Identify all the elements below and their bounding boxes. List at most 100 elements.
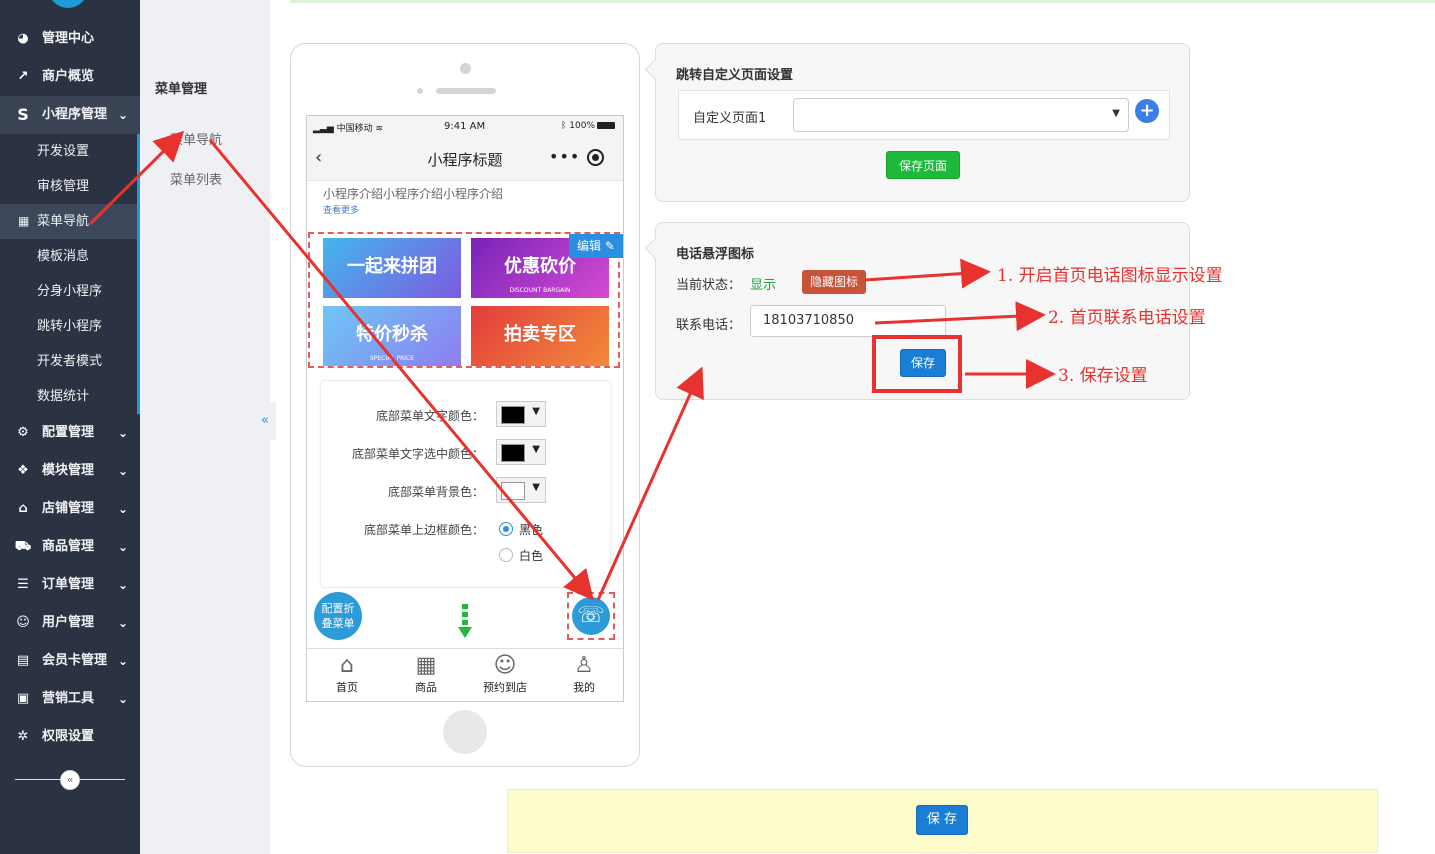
top-notice-bar — [290, 0, 1435, 3]
state-label: 当前状态： — [676, 278, 742, 293]
s-logo-icon: S — [17, 105, 29, 124]
edit-button[interactable]: 编辑 ✎ — [569, 234, 623, 258]
status-time: 9:41 AM — [444, 121, 486, 132]
promo-banners[interactable]: 一起来拼团 优惠砍价 DISCOUNT BARGAIN 特价秒杀 SPECIAL P… — [308, 232, 623, 368]
see-more-link[interactable]: 查看更多 — [307, 203, 623, 219]
sidebar-collapse-knob[interactable]: « — [60, 770, 80, 790]
banner-flash-sale[interactable]: 特价秒杀 SPECIAL PRICE — [323, 306, 461, 366]
tab-booking[interactable]: ☺ 预约到店 — [475, 653, 535, 695]
border-black-radio[interactable] — [499, 522, 513, 536]
sidebar-sub-developer[interactable]: 开发者模式 — [0, 344, 137, 379]
bank-icon: ⌂ — [18, 501, 28, 516]
sidebar-item-store[interactable]: ⌂ 店铺管理 ⌄ — [0, 490, 140, 528]
sidebar-item-label: 会员卡管理 — [42, 653, 108, 668]
save-phone-button[interactable]: 保存 — [900, 349, 946, 377]
sidebar-sub-label: 数据统计 — [37, 389, 90, 404]
sidebar-sub-stats[interactable]: 数据统计 — [0, 379, 137, 414]
tab-label: 预约到店 — [483, 681, 527, 694]
sidebar-sub-menu-nav[interactable]: ▦ 菜单导航 — [0, 204, 137, 239]
sidebar-item-goods[interactable]: ⛟ 商品管理 ⌄ — [0, 528, 140, 566]
state-value: 显示 — [750, 278, 777, 293]
telephone-icon[interactable]: ☏ — [572, 597, 610, 635]
sidebar-item-label: 模块管理 — [42, 463, 95, 478]
user-icon: ☺ — [16, 615, 30, 630]
collapse-panel-button[interactable]: « — [254, 402, 276, 440]
text-selected-color-label: 底部菜单文字选中颜色： — [351, 447, 484, 461]
caret-down-icon: ▼ — [532, 444, 540, 455]
sidebar-item-marketing[interactable]: ▣ 营销工具 ⌄ — [0, 680, 140, 718]
sidebar-item-permissions[interactable]: ✲ 权限设置 — [0, 718, 140, 756]
sidebar-item-label: 营销工具 — [42, 691, 95, 706]
sidebar-sub-dev-settings[interactable]: 开发设置 — [0, 134, 137, 169]
sidebar-item-label: 店铺管理 — [42, 501, 95, 516]
phone-tabbar: ⌂ 首页 ▦ 商品 ☺ 预约到店 ♙ 我的 — [307, 648, 623, 701]
bg-color-label: 底部菜单背景色： — [387, 485, 484, 499]
footer-save-button[interactable]: 保 存 — [916, 805, 968, 835]
caret-down-icon: ▼ — [532, 406, 540, 417]
submenu-link-menu-nav[interactable]: 菜单导航 — [170, 129, 222, 148]
sidebar-item-miniprogram[interactable]: S 小程序管理 ⌄ — [0, 96, 140, 134]
chevron-down-icon: ⌄ — [117, 108, 128, 122]
chevron-down-icon: ⌄ — [117, 692, 128, 706]
phone-screen: ▂▃▅ 中国移动 ≋ 9:41 AM ᛒ 100% ‹ 小程序标题 ••• 小程… — [306, 115, 624, 702]
annotation-2: 2. 首页联系电话设置 — [1048, 308, 1206, 328]
tab-goods[interactable]: ▦ 商品 — [396, 653, 456, 695]
status-bar: ▂▃▅ 中国移动 ≋ 9:41 AM ᛒ 100% — [307, 116, 623, 138]
smile-icon: ☺ — [493, 653, 517, 678]
green-down-arrow-icon — [458, 604, 472, 638]
text-selected-color-picker[interactable]: ▼ — [496, 439, 546, 465]
grid-icon: ▦ — [18, 214, 30, 228]
border-color-label: 底部菜单上边框颜色： — [363, 523, 484, 537]
more-dots-icon[interactable]: ••• — [549, 147, 580, 166]
tab-mine[interactable]: ♙ 我的 — [554, 653, 614, 695]
sidebar-submenu: 开发设置 审核管理 ▦ 菜单导航 模板消息 分身小程序 跳转小程序 开发者模式 数… — [0, 134, 140, 414]
sidebar-sub-jump[interactable]: 跳转小程序 — [0, 309, 137, 344]
home-icon: ⌂ — [340, 653, 354, 678]
chevron-down-icon: ⌄ — [117, 502, 128, 516]
card-notch — [644, 58, 667, 81]
submenu-panel: 菜单管理 菜单导航 菜单列表 — [140, 0, 270, 854]
record-icon[interactable] — [587, 149, 604, 166]
sidebar-item-orders[interactable]: ☰ 订单管理 ⌄ — [0, 566, 140, 604]
gears-icon: ⚙ — [17, 425, 29, 440]
sidebar-item-config[interactable]: ⚙ 配置管理 ⌄ — [0, 414, 140, 452]
sidebar-sub-template-msg[interactable]: 模板消息 — [0, 239, 137, 274]
chevron-down-icon: ⌄ — [117, 578, 128, 592]
custom-page-title: 跳转自定义页面设置 — [676, 68, 794, 83]
sidebar-item-membercard[interactable]: ▤ 会员卡管理 ⌄ — [0, 642, 140, 680]
chevron-down-icon: ⌄ — [117, 540, 128, 554]
float-phone-area[interactable]: ☏ — [567, 592, 615, 640]
list-icon: ☰ — [17, 577, 29, 592]
sidebar-sub-review[interactable]: 审核管理 — [0, 169, 137, 204]
sidebar-sub-label: 开发设置 — [37, 144, 90, 159]
sidebar: ◕ 管理中心 ↗ 商户概览 S 小程序管理 ⌄ 开发设置 审核管理 ▦ 菜单导航 … — [0, 0, 140, 854]
logo — [48, 0, 88, 8]
grid-icon: ▦ — [415, 653, 437, 678]
sidebar-sub-clone[interactable]: 分身小程序 — [0, 274, 137, 309]
save-page-button[interactable]: 保存页面 — [886, 151, 960, 179]
sidebar-item-dashboard[interactable]: ◕ 管理中心 — [0, 20, 140, 58]
banner-auction[interactable]: 拍卖专区 — [471, 306, 609, 366]
sidebar-item-overview[interactable]: ↗ 商户概览 — [0, 58, 140, 96]
caret-down-icon: ▼ — [1112, 108, 1120, 119]
sidebar-item-users[interactable]: ☺ 用户管理 ⌄ — [0, 604, 140, 642]
dashboard-icon: ◕ — [17, 31, 29, 46]
tab-home[interactable]: ⌂ 首页 — [317, 653, 377, 695]
add-page-button[interactable]: + — [1135, 99, 1159, 123]
custom-page-row: 自定义页面1 ▼ + — [678, 90, 1170, 140]
border-white-radio[interactable] — [499, 548, 513, 562]
fold-menu-button[interactable]: 配置折叠菜单 — [314, 592, 362, 640]
text-color-picker[interactable]: ▼ — [496, 401, 546, 427]
sidebar-sub-label: 模板消息 — [37, 249, 90, 264]
phone-preview: ▂▃▅ 中国移动 ≋ 9:41 AM ᛒ 100% ‹ 小程序标题 ••• 小程… — [290, 43, 640, 767]
border-white-label: 白色 — [519, 549, 544, 563]
hide-icon-button[interactable]: 隐藏图标 — [802, 270, 866, 294]
custom-page-select[interactable]: ▼ — [793, 98, 1129, 132]
sidebar-item-modules[interactable]: ❖ 模块管理 ⌄ — [0, 452, 140, 490]
border-black-label: 黑色 — [519, 523, 544, 537]
submenu-link-menu-list[interactable]: 菜单列表 — [170, 169, 222, 188]
banner-group-buy[interactable]: 一起来拼团 — [323, 238, 461, 298]
phone-number-input[interactable] — [750, 305, 946, 337]
footer-save-bar: 保 存 — [507, 789, 1378, 853]
bg-color-picker[interactable]: ▼ — [496, 477, 546, 503]
